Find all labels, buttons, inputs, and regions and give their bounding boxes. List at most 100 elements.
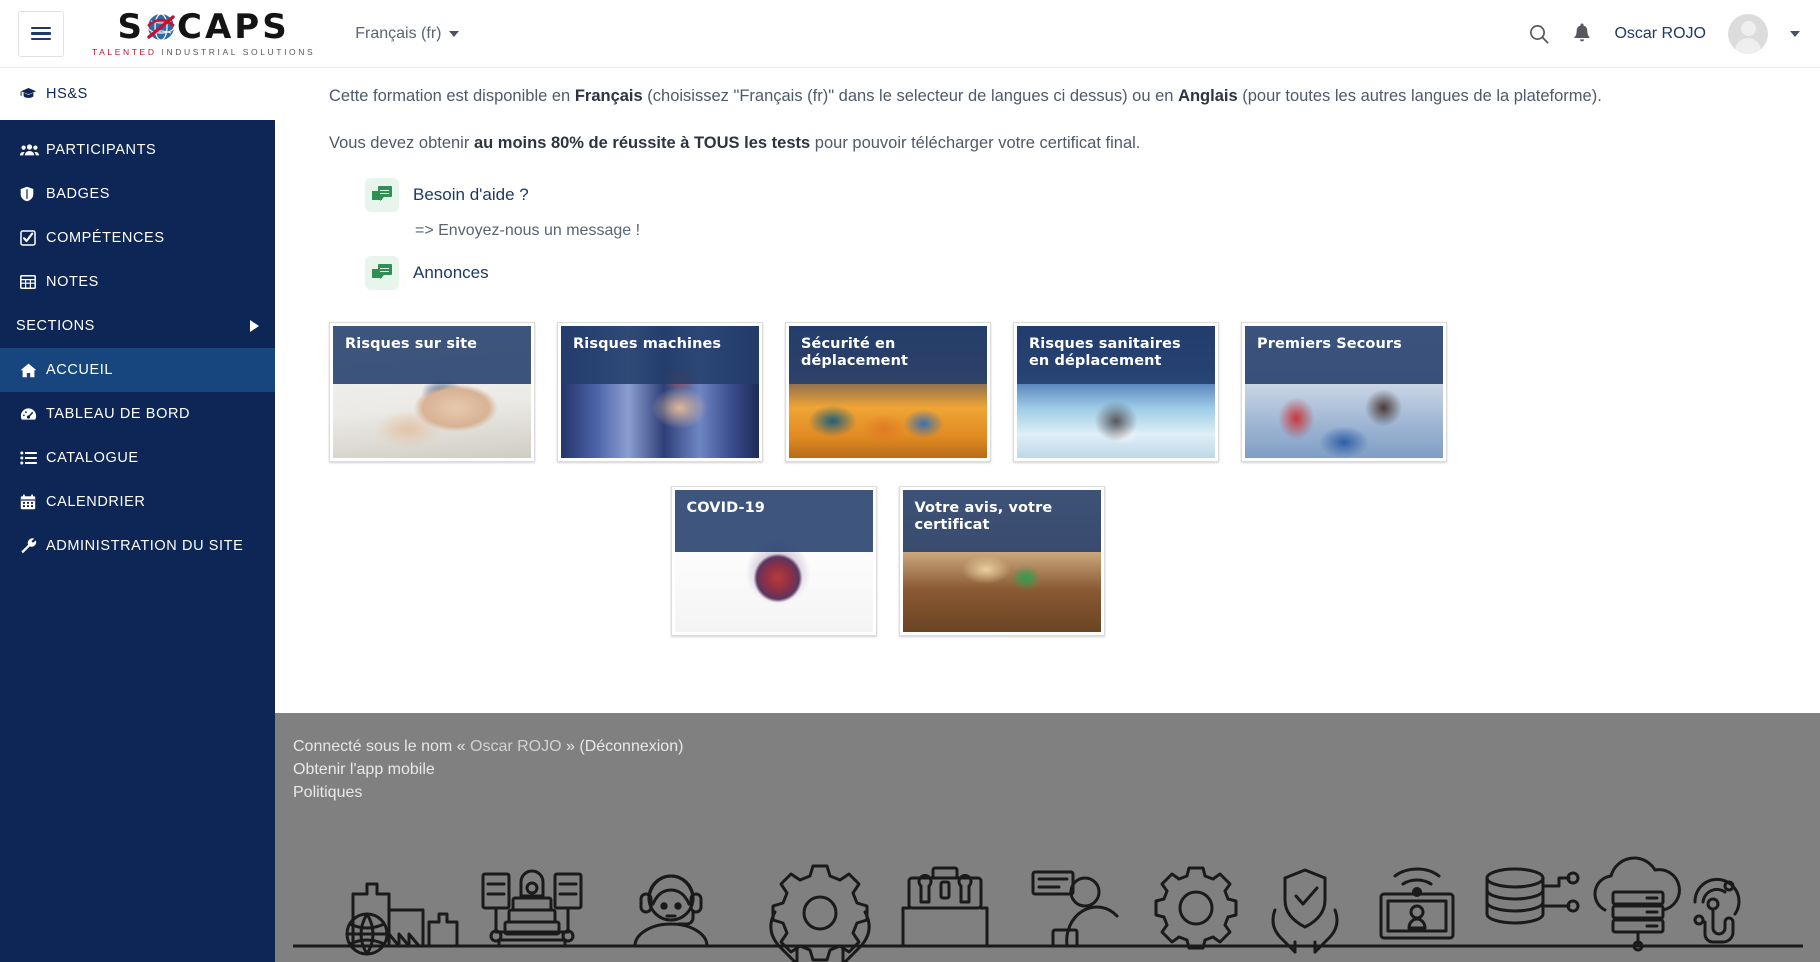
dashboard-icon [20,407,46,422]
bell-icon[interactable] [1572,23,1592,45]
list-icon [20,451,46,465]
activity-besoin-daide[interactable]: Besoin d'aide ? [365,177,1766,212]
avatar[interactable] [1728,13,1768,54]
intro-p1-part1: Cette formation est disponible en [329,87,575,105]
course-card-title: Risques sur site [345,335,478,352]
tagline-rest: INDUSTRIAL SOLUTIONS [161,47,316,57]
course-card-risques-sanitaires-en-deplacement[interactable]: Risques sanitaires en déplacement [1013,321,1219,462]
course-card-row-1: Risques sur site Risques machines Sécuri… [329,321,1766,462]
course-card-title: Votre avis, votre certificat [914,499,1053,533]
course-card-risques-sur-site[interactable]: Risques sur site [329,321,535,462]
top-navbar: SCAPS TALENTED INDUSTRIAL SOLUTIONS Fran… [0,0,1820,68]
footer-logged-in-line: Connecté sous le nom « Oscar ROJO » (Déc… [293,735,1820,758]
sidebar-item-accueil[interactable]: ACCUEIL [0,348,275,392]
search-icon[interactable] [1528,23,1550,45]
shield-icon [20,186,46,202]
activity-besoin-daide-subtitle: => Envoyez-nous un message ! [415,221,641,239]
course-card-title: Risques machines [573,335,722,352]
sidebar-item-sections-label: SECTIONS [16,318,95,334]
sidebar-item-competences[interactable]: COMPÉTENCES [0,216,275,260]
course-card-header: COVID-19 [674,489,873,552]
course-card-votre-avis-votre-certificat[interactable]: Votre avis, votre certificat [898,485,1105,636]
check-square-icon [20,230,46,246]
course-card-covid-19[interactable]: COVID-19 [670,485,877,636]
intro-p1-part3: (pour toutes les autres langues de la pl… [1237,87,1602,105]
sidebar-item-notes[interactable]: NOTES [0,260,275,304]
course-card-header: Risques sanitaires en déplacement [1017,325,1215,384]
wrench-icon [20,538,46,554]
intro-p2-bold-requirement: au moins 80% de réussite à TOUS les test… [473,133,811,152]
sidebar-item-badges-label: BADGES [46,186,111,202]
sidebar-item-calendrier-label: CALENDRIER [46,494,146,510]
course-card-title: Sécurité en déplacement [801,335,909,369]
tagline-talented: TALENTED [92,47,157,57]
footer-logged-user: Oscar ROJO [470,738,562,755]
course-card-securite-en-deplacement[interactable]: Sécurité en déplacement [785,321,991,462]
table-icon [20,275,46,289]
course-card-header: Risques sur site [333,325,531,384]
intro-p1-bold-francais: Français [574,87,643,105]
sidebar-item-accueil-label: ACCUEIL [46,362,114,378]
sidebar-item-calendrier[interactable]: CALENDRIER [0,480,275,524]
socaps-logo[interactable]: SCAPS TALENTED INDUSTRIAL SOLUTIONS [92,10,315,57]
course-card-header: Risques machines [561,325,759,384]
activity-besoin-daide-label[interactable]: Besoin d'aide ? [413,185,529,205]
sidebar-item-administration-du-site-label: ADMINISTRATION DU SITE [46,538,244,554]
course-summary: Cette formation est disponible en França… [275,68,1820,636]
user-menu-name[interactable]: Oscar ROJO [1614,25,1706,43]
sidebar-item-administration-du-site[interactable]: ADMINISTRATION DU SITE [0,524,275,568]
footer-logout-link[interactable]: Déconnexion [585,738,678,755]
footer-mobile-app-link[interactable]: Obtenir l'app mobile [293,761,435,778]
activity-annonces-label[interactable]: Annonces [413,263,489,283]
course-card-row-2: COVID-19 Votre avis, votre certificat [329,485,1446,636]
navbar-right-group: Oscar ROJO [1528,13,1820,54]
intro-p1-bold-anglais: Anglais [1178,87,1238,105]
footer-links: Connecté sous le nom « Oscar ROJO » (Déc… [275,713,1820,805]
chevron-right-icon[interactable] [250,320,259,332]
brand-letter-c: C [177,7,205,47]
calendar-icon [20,494,46,510]
brand-wordmark: SCAPS [118,10,290,44]
sidebar-item-sections[interactable]: SECTIONS [0,304,275,348]
course-card-title: Risques sanitaires en déplacement [1029,335,1181,369]
sidebar-item-participants[interactable]: PARTICIPANTS [0,128,275,172]
sidebar-item-participants-label: PARTICIPANTS [46,142,157,158]
intro-paragraph-2: Vous devez obtenir au moins 80% de réuss… [329,131,1766,156]
brand-letter-s2: S [262,7,290,47]
language-selector-label: Français (fr) [355,24,442,42]
sidebar-item-tableau-de-bord[interactable]: TABLEAU DE BORD [0,392,275,436]
chevron-down-icon [449,30,460,37]
sidebar-item-badges[interactable]: BADGES [0,172,275,216]
user-menu-chevron-down-icon[interactable] [1790,30,1800,37]
graduation-cap-icon [20,87,46,101]
footer-logged-prefix: Connecté sous le nom « [293,738,470,755]
course-card-header: Sécurité en déplacement [789,325,987,384]
sidebar-item-course-hss[interactable]: HS&S [0,68,275,120]
intro-paragraph-1: Cette formation est disponible en França… [329,84,1766,109]
brand-letter-a: A [204,7,235,47]
course-card-premiers-secours[interactable]: Premiers Secours [1241,321,1447,462]
forum-icon [365,177,399,212]
footer-logged-suffix: » ( [561,738,585,755]
sidebar-item-catalogue[interactable]: CATALOGUE [0,436,275,480]
forum-icon [365,255,399,290]
footer-policies-link[interactable]: Politiques [293,784,362,801]
course-card-header: Votre avis, votre certificat [902,489,1101,552]
globe-icon [146,12,176,42]
footer-logged-end: ) [678,738,684,755]
industrial-solutions-illustration [291,842,1805,962]
sidebar-item-course-label: HS&S [46,86,88,102]
page-footer: Connecté sous le nom « Oscar ROJO » (Déc… [275,713,1820,962]
course-card-title: COVID-19 [686,499,765,516]
activity-annonces[interactable]: Annonces [365,255,1766,290]
brand-tagline: TALENTED INDUSTRIAL SOLUTIONS [92,47,315,57]
hamburger-icon [31,24,51,44]
brand-letter-p: P [234,7,263,47]
sidebar-item-catalogue-label: CATALOGUE [46,450,139,466]
course-card-title: Premiers Secours [1257,335,1402,352]
language-selector[interactable]: Français (fr) [355,24,460,43]
footer-policies-line: Politiques [293,781,1820,804]
course-card-risques-machines[interactable]: Risques machines [557,321,763,462]
menu-toggle-button[interactable] [18,10,64,57]
